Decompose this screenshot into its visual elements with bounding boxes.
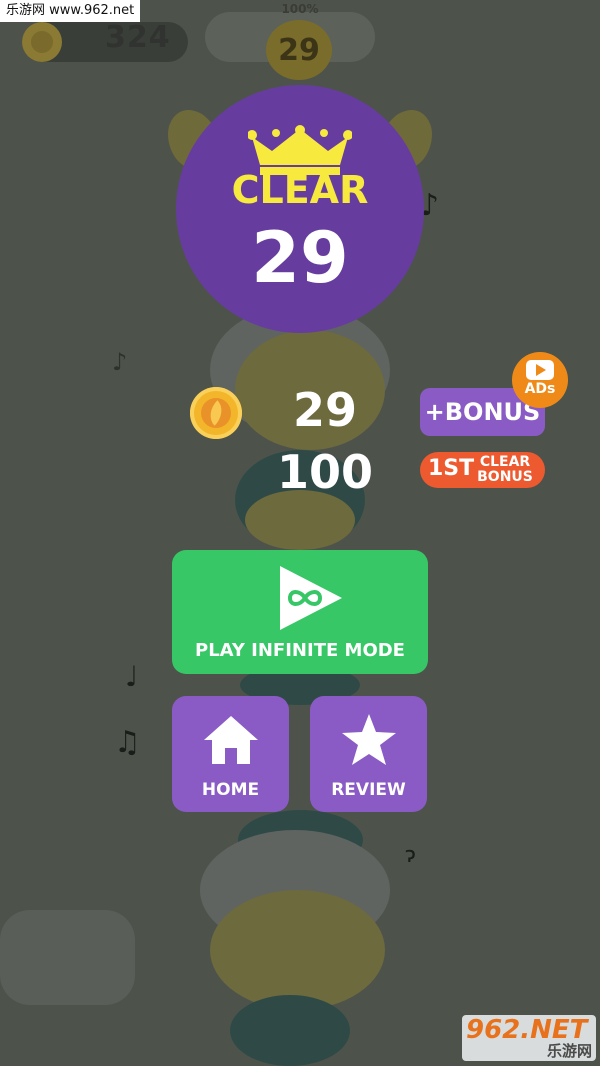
play-infinite-icon xyxy=(280,566,342,630)
coin-total: 324 xyxy=(105,20,171,55)
play-video-icon xyxy=(526,360,554,380)
music-note-icon: ♩ xyxy=(125,660,139,693)
watermark-bottom-sub: 乐游网 xyxy=(546,1042,592,1060)
cleared-level: 29 xyxy=(251,217,349,299)
first-clear-ordinal: 1ST xyxy=(428,456,475,481)
music-note-icon: ♪ xyxy=(112,348,128,376)
review-label: REVIEW xyxy=(331,780,406,800)
progress-percent: 100% xyxy=(281,2,319,16)
watermark-top: 乐游网 www.962.net xyxy=(0,0,141,22)
level-number: 29 xyxy=(278,33,320,68)
first-clear-reward: 100 xyxy=(276,445,374,499)
home-icon xyxy=(204,716,258,764)
clear-title: CLEAR xyxy=(231,168,369,212)
bird-decor xyxy=(245,490,355,550)
cloud-decor xyxy=(0,910,135,1005)
ads-label: ADs xyxy=(524,381,556,397)
play-infinite-mode-label: PLAY INFINITE MODE xyxy=(195,640,405,661)
star-icon xyxy=(342,714,396,765)
coin-reward: 29 xyxy=(292,383,357,437)
first-clear-label: CLEAR BONUS xyxy=(477,454,533,485)
game-screen: ♪ ♪ ♩ ♫ ɂ 乐游网 www.962.net 324 100% 29 CL… xyxy=(0,0,600,1066)
bird-decor xyxy=(210,890,385,1010)
coin-icon xyxy=(22,22,62,62)
coin-icon xyxy=(190,387,242,439)
music-note-icon: ɂ xyxy=(405,843,416,868)
bird-decor xyxy=(230,995,350,1066)
home-label: HOME xyxy=(201,780,260,800)
music-note-icon: ♫ xyxy=(114,725,141,760)
